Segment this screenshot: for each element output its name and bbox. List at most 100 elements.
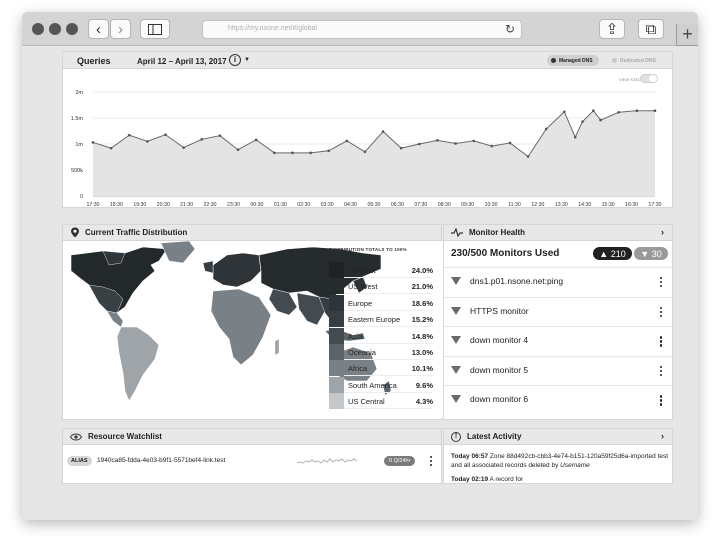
data-point	[109, 146, 113, 150]
x-tick-label: 19:30	[133, 202, 146, 208]
x-tick-label: 21:30	[180, 202, 193, 208]
data-point	[272, 151, 276, 155]
reload-icon[interactable]: ↻	[505, 22, 515, 36]
data-point	[544, 127, 548, 131]
queries-panel: Queries April 12 – April 13, 2017 i ▼ Ma…	[62, 51, 673, 208]
browser-window: ‹ › https://my.nsone.net/#/global ↻ ⇪ ⧉ …	[22, 12, 698, 520]
legend-swatch	[329, 262, 344, 278]
region-pct: 24.0%	[411, 266, 433, 275]
monitor-name: down monitor 4	[470, 335, 529, 346]
more-options-icon[interactable]	[660, 306, 663, 319]
region-pct: 18.6%	[411, 298, 433, 308]
forward-button[interactable]: ›	[110, 19, 131, 39]
monitor-row[interactable]: down monitor 4	[444, 326, 672, 355]
monitors-up-badge: ▲ 210	[593, 247, 632, 260]
x-tick-label: 12:30	[531, 202, 544, 208]
minimize-window-dot[interactable]	[49, 23, 61, 35]
zoom-window-dot[interactable]	[66, 23, 78, 35]
region-pct: 13.0%	[411, 348, 433, 357]
chevron-right-icon[interactable]: ›	[661, 227, 664, 237]
legend-row: Asia 14.8%	[329, 327, 433, 344]
eye-icon	[70, 433, 82, 440]
monitor-health-panel: Monitor Health › 230/500 Monitors Used ▲…	[443, 224, 673, 420]
monitor-health-header[interactable]: Monitor Health ›	[444, 225, 672, 241]
legend-swatch	[329, 393, 344, 410]
data-point	[418, 142, 421, 146]
activity-header[interactable]: ! Latest Activity ›	[444, 429, 672, 445]
data-point	[309, 151, 312, 155]
monitors-down-badge: ▼ 30	[634, 247, 668, 260]
legend-row: Europe 18.6%	[329, 294, 433, 311]
monitor-row[interactable]: dns1.p01.nsone.net:ping	[444, 267, 672, 296]
resource-name[interactable]: 1940ca85-fdda-4e03-b9f1-5571bef4-link.te…	[97, 457, 225, 464]
share-button[interactable]: ⇪	[599, 19, 625, 39]
share-icon: ⇪	[605, 20, 619, 38]
status-down-icon	[451, 395, 461, 404]
region-pct: 9.6%	[415, 380, 433, 390]
monitor-health-title: Monitor Health	[469, 228, 525, 237]
status-down-icon	[451, 277, 461, 285]
data-point	[146, 140, 149, 143]
x-tick-label: 06:30	[391, 202, 404, 208]
more-options-icon[interactable]	[660, 336, 663, 348]
region-name: South America	[348, 380, 397, 390]
info-icon: !	[451, 431, 461, 442]
chevron-right-icon[interactable]: ›	[661, 431, 664, 441]
region-name: Eastern Europe	[348, 315, 401, 325]
more-options-icon[interactable]	[660, 395, 663, 407]
traffic-title: Current Traffic Distribution	[85, 228, 188, 237]
more-options-icon[interactable]	[660, 277, 663, 289]
new-tab-button[interactable]: +	[676, 24, 698, 46]
legend-row: South America 9.6%	[329, 376, 433, 393]
sidebar-toggle-button[interactable]	[140, 19, 170, 39]
data-point	[363, 150, 367, 154]
region-name: US Central	[348, 397, 385, 407]
resource-watchlist-panel: Resource Watchlist ALIAS 1940ca85-fdda-4…	[62, 428, 442, 484]
legend-swatch	[329, 278, 344, 295]
data-point	[254, 138, 258, 142]
data-point	[592, 109, 595, 113]
data-point	[526, 155, 530, 158]
x-tick-label: 04:30	[344, 202, 357, 208]
x-tick-label: 01:30	[274, 202, 287, 208]
data-point	[327, 149, 330, 153]
monitor-name: down monitor 6	[470, 394, 529, 405]
x-tick-label: 11:30	[508, 202, 521, 208]
data-point	[490, 144, 494, 148]
tabs-button[interactable]: ⧉	[638, 19, 664, 39]
monitor-row[interactable]: HTTPS monitor	[444, 296, 672, 326]
data-point	[617, 110, 621, 114]
tabs-icon: ⧉	[645, 20, 657, 38]
browser-toolbar: ‹ › https://my.nsone.net/#/global ↻ ⇪ ⧉	[22, 12, 698, 46]
legend-row: US Central 4.3%	[329, 393, 433, 410]
region-pct: 15.2%	[411, 315, 433, 325]
monitor-name: down monitor 5	[470, 364, 529, 375]
address-bar[interactable]: https://my.nsone.net/#/global ↻	[202, 20, 522, 39]
series-area	[93, 110, 655, 196]
location-pin-icon	[71, 227, 79, 238]
x-tick-label: 14:30	[578, 202, 591, 208]
activity-title: Latest Activity	[467, 432, 522, 441]
monitor-row[interactable]: down monitor 6	[444, 385, 672, 414]
x-tick-label: 03:30	[321, 202, 334, 208]
more-options-icon[interactable]	[660, 365, 663, 378]
y-tick-label: 0	[80, 194, 83, 200]
plus-icon: +	[682, 24, 693, 44]
x-tick-label: 13:30	[555, 202, 568, 208]
status-down-icon	[451, 336, 461, 345]
back-button[interactable]: ‹	[88, 19, 109, 39]
activity-text: A record for	[489, 476, 524, 483]
close-window-dot[interactable]	[32, 23, 44, 35]
x-tick-label: 02:30	[297, 202, 310, 208]
chevron-right-icon: ›	[118, 20, 123, 38]
legend-swatch	[329, 344, 344, 360]
traffic-header: Current Traffic Distribution	[63, 225, 441, 241]
more-options-icon[interactable]	[430, 456, 433, 468]
monitor-row[interactable]: down monitor 5	[444, 355, 672, 385]
y-tick-label: 1m	[75, 142, 83, 148]
data-point	[653, 109, 657, 113]
x-tick-label: 05:30	[368, 202, 381, 208]
x-tick-label: 10:30	[485, 202, 498, 208]
legend-title: DISTRIBUTION TOTALS TO 100%	[329, 247, 407, 252]
data-point	[200, 138, 204, 141]
